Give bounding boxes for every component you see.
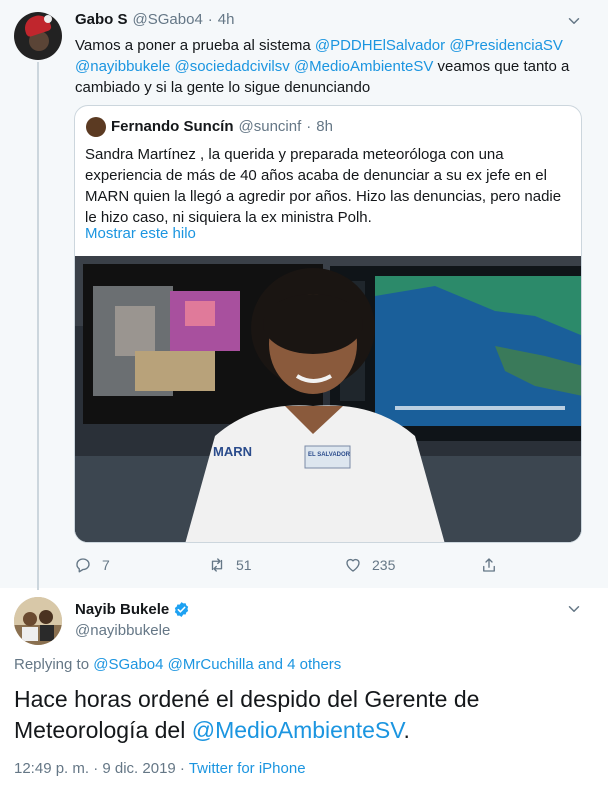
replying-to-others[interactable]: and 4 others <box>254 656 341 673</box>
reply-count: 7 <box>102 557 110 573</box>
quote-text-line: experiencia de más de 40 años acaba de d… <box>85 167 547 184</box>
display-name[interactable]: Fernando Suncín <box>111 118 234 135</box>
separator: · <box>175 760 189 777</box>
show-thread-link[interactable]: Mostrar este hilo <box>85 225 196 242</box>
avatar[interactable] <box>14 597 62 645</box>
tweet-text-line: cambiado y si la gente lo sigue denuncia… <box>75 77 585 98</box>
tweet-text-fragment: . <box>403 717 410 743</box>
replying-to: Replying to @SGabo4 @MrCuchilla and 4 ot… <box>14 656 341 673</box>
shirt-logo: MARN <box>213 444 252 459</box>
mention-link[interactable]: @nayibbukele <box>75 58 170 75</box>
heart-icon <box>346 558 360 572</box>
quote-text-line: MARN quien la llegó a agredir por años. … <box>85 188 562 205</box>
santa-hat-pompom <box>44 15 52 23</box>
mention-link[interactable]: @MedioAmbienteSV <box>192 717 404 743</box>
mention-link[interactable]: @MedioAmbienteSV <box>294 58 433 75</box>
tweet-text: Hace horas ordené el despido del Gerente… <box>14 684 594 746</box>
tweet-text-line-2: Meteorología del @MedioAmbienteSV. <box>14 715 594 746</box>
tweet-text-line: Hace horas ordené el despido del Gerente… <box>14 686 480 712</box>
separator: · <box>207 11 213 28</box>
quote-header: Fernando Suncín @suncinf · 8h <box>111 118 333 135</box>
replying-to-users[interactable]: @SGabo4 @MrCuchilla <box>93 656 254 673</box>
photo-illustration <box>75 256 581 542</box>
tweet-actions: 7 51 235 <box>74 556 534 576</box>
tweet-text-line: @nayibbukele @sociedadcivilsv @MedioAmbi… <box>75 56 585 77</box>
share-icon <box>483 558 495 572</box>
source-link[interactable]: Twitter for iPhone <box>189 760 306 777</box>
retweet-button[interactable]: 51 <box>208 556 252 574</box>
thread-line <box>37 62 39 590</box>
chevron-down-icon[interactable] <box>565 12 583 30</box>
avatar-illustration <box>14 597 62 645</box>
reply-icon <box>76 558 90 573</box>
tweet-time[interactable]: 8h <box>316 118 333 135</box>
user-handle[interactable]: @nayibbukele <box>75 622 170 639</box>
tweet-text-fragment: Meteorología del <box>14 717 192 743</box>
retweet-icon <box>211 558 223 572</box>
like-button[interactable]: 235 <box>344 556 395 574</box>
parent-tweet[interactable]: Gabo S @SGabo4 · 4h Vamos a poner a prue… <box>0 0 608 590</box>
chevron-down-icon[interactable] <box>565 600 583 618</box>
retweet-count: 51 <box>236 557 252 573</box>
quoted-tweet[interactable]: Fernando Suncín @suncinf · 8h Sandra Mar… <box>74 105 582 543</box>
tweet-text: Vamos a poner a prueba al sistema @PDDHE… <box>75 35 585 98</box>
verified-badge-icon <box>175 602 189 617</box>
tweet-header: Gabo S @SGabo4 · 4h <box>75 11 234 28</box>
tweet-text-fragment: cambiado y si la gente lo sigue denuncia… <box>75 79 371 96</box>
timestamp[interactable]: 12:49 p. m. · 9 dic. 2019 <box>14 760 176 777</box>
tweet-text-fragment: veamos que tanto a <box>433 58 570 75</box>
share-button[interactable] <box>480 556 508 574</box>
mention-link[interactable]: @PresidenciaSV <box>449 37 563 54</box>
quote-photo[interactable]: MARN EL SALVADOR <box>75 256 581 542</box>
tweet-header: Nayib Bukele <box>75 601 190 618</box>
user-handle[interactable]: @SGabo4 <box>133 11 203 28</box>
replying-prefix: Replying to <box>14 656 94 673</box>
reply-button[interactable]: 7 <box>74 556 110 574</box>
mention-link[interactable]: @sociedadcivilsv <box>174 58 289 75</box>
quote-text: Sandra Martínez , la querida y preparada… <box>85 144 571 228</box>
separator: · <box>306 118 312 135</box>
avatar[interactable] <box>14 12 62 60</box>
display-name[interactable]: Gabo S <box>75 11 128 28</box>
tweet-meta: 12:49 p. m. · 9 dic. 2019 · Twitter for … <box>14 760 306 777</box>
avatar[interactable] <box>86 117 106 137</box>
display-name[interactable]: Nayib Bukele <box>75 601 169 618</box>
shirt-badge: EL SALVADOR <box>308 452 351 458</box>
quote-text-line: Sandra Martínez , la querida y preparada… <box>85 146 504 163</box>
like-count: 235 <box>372 557 396 573</box>
tweet-text-line: Vamos a poner a prueba al sistema @PDDHE… <box>75 35 585 56</box>
tweet-text-fragment: Vamos a poner a prueba al sistema <box>75 37 315 54</box>
mention-link[interactable]: @PDDHElSalvador <box>315 37 445 54</box>
user-handle[interactable]: @suncinf <box>239 118 302 135</box>
tweet-time[interactable]: 4h <box>218 11 235 28</box>
